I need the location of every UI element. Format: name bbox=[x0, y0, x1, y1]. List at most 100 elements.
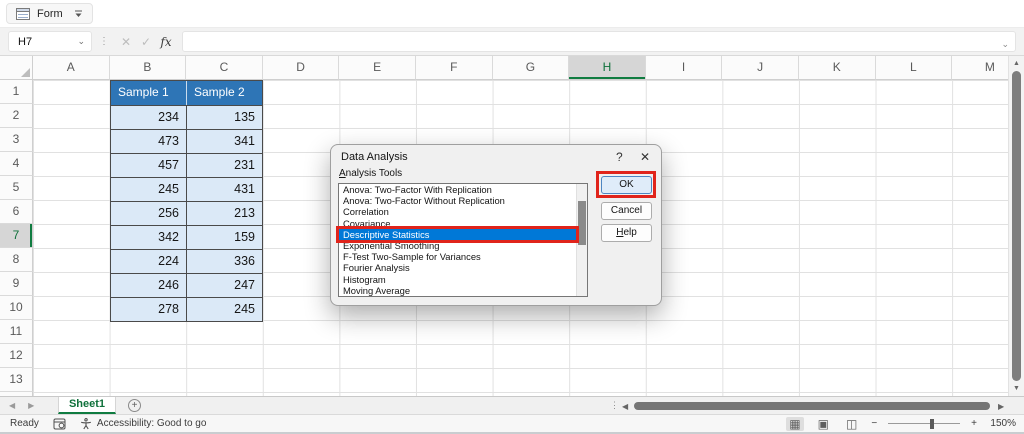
table-cell[interactable]: 341 bbox=[186, 130, 262, 153]
row-header-6[interactable]: 6 bbox=[0, 200, 33, 224]
table-cell[interactable]: 245 bbox=[111, 178, 186, 201]
annotation-ok-box bbox=[596, 171, 656, 198]
annotation-selected-tool-box bbox=[336, 226, 579, 243]
table-cell[interactable]: 159 bbox=[186, 226, 262, 249]
column-header-A[interactable]: A bbox=[33, 56, 110, 80]
name-box[interactable]: H7 ⌄ bbox=[8, 31, 92, 52]
table-cell[interactable]: 431 bbox=[186, 178, 262, 201]
table-cell[interactable]: 224 bbox=[111, 250, 186, 273]
row-header-12[interactable]: 12 bbox=[0, 344, 33, 368]
zoom-level[interactable]: 150% bbox=[988, 418, 1016, 429]
new-sheet-icon[interactable]: + bbox=[128, 399, 141, 412]
column-header-F[interactable]: F bbox=[416, 56, 493, 80]
table-cell[interactable]: 256 bbox=[111, 202, 186, 225]
row-header-13[interactable]: 13 bbox=[0, 368, 33, 392]
sheet-tab-bar: ◀ ▶ Sheet1 + ⋮ ◀ ▶ bbox=[0, 396, 1024, 414]
tool-item[interactable]: F-Test Two-Sample for Variances bbox=[339, 251, 587, 262]
table-header-cell[interactable]: Sample 2 bbox=[186, 81, 262, 105]
macro-record-icon[interactable] bbox=[53, 418, 66, 430]
formula-input[interactable]: ⌄ bbox=[182, 31, 1016, 52]
help-button[interactable]: Help bbox=[601, 224, 652, 242]
table-row: 473341 bbox=[111, 129, 262, 153]
column-header-G[interactable]: G bbox=[493, 56, 570, 80]
column-header-C[interactable]: C bbox=[186, 56, 263, 80]
dialog-close-icon[interactable]: ✕ bbox=[640, 150, 650, 164]
tool-item[interactable]: Anova: Two-Factor With Replication bbox=[339, 184, 587, 195]
column-header-M[interactable]: M bbox=[952, 56, 1008, 80]
formula-bar-splitter[interactable]: ⋮ bbox=[99, 36, 109, 47]
column-header-L[interactable]: L bbox=[876, 56, 953, 80]
column-header-D[interactable]: D bbox=[263, 56, 340, 80]
zoom-slider-thumb[interactable] bbox=[930, 419, 934, 429]
row-header-10[interactable]: 10 bbox=[0, 296, 33, 320]
page-break-view-icon[interactable]: ◫ bbox=[843, 417, 860, 431]
zoom-out-icon[interactable]: − bbox=[871, 418, 877, 429]
enter-entry-icon[interactable]: ✓ bbox=[136, 35, 156, 49]
expand-formula-bar-icon[interactable]: ⌄ bbox=[1001, 35, 1009, 54]
table-cell[interactable]: 213 bbox=[186, 202, 262, 225]
zoom-slider-track bbox=[888, 423, 960, 424]
table-cell[interactable]: 473 bbox=[111, 130, 186, 153]
vertical-scrollbar[interactable]: ▲ ▼ bbox=[1008, 56, 1024, 396]
tool-item[interactable]: Correlation bbox=[339, 206, 587, 217]
row-header-11[interactable]: 11 bbox=[0, 320, 33, 344]
scroll-left-icon[interactable]: ◀ bbox=[622, 402, 628, 411]
zoom-in-icon[interactable]: + bbox=[971, 418, 977, 429]
select-all-corner[interactable] bbox=[0, 56, 33, 80]
column-header-I[interactable]: I bbox=[646, 56, 723, 80]
column-header-B[interactable]: B bbox=[110, 56, 187, 80]
row-header-9[interactable]: 9 bbox=[0, 272, 33, 296]
next-sheet-icon[interactable]: ▶ bbox=[28, 401, 34, 410]
table-cell[interactable]: 278 bbox=[111, 298, 186, 321]
tool-item[interactable]: Anova: Two-Factor Without Replication bbox=[339, 195, 587, 206]
table-cell[interactable]: 342 bbox=[111, 226, 186, 249]
tab-sheet1[interactable]: Sheet1 bbox=[58, 397, 116, 414]
table-cell[interactable]: 247 bbox=[186, 274, 262, 297]
row-header-1[interactable]: 1 bbox=[0, 80, 33, 104]
tool-item[interactable]: Moving Average bbox=[339, 285, 587, 296]
row-header-7[interactable]: 7 bbox=[0, 224, 33, 248]
name-box-chevron-icon[interactable]: ⌄ bbox=[77, 37, 91, 46]
cancel-entry-icon[interactable]: ✕ bbox=[116, 35, 136, 49]
table-header-row: Sample 1Sample 2 bbox=[111, 81, 262, 105]
page-layout-view-icon[interactable]: ▣ bbox=[815, 417, 832, 431]
vertical-scrollbar-thumb[interactable] bbox=[1012, 71, 1021, 381]
tool-item[interactable]: Histogram bbox=[339, 274, 587, 285]
table-cell[interactable]: 336 bbox=[186, 250, 262, 273]
form-dropdown-icon[interactable] bbox=[74, 10, 83, 18]
status-bar: Ready Accessibility: Good to bbox=[0, 414, 1024, 432]
row-header-8[interactable]: 8 bbox=[0, 248, 33, 272]
accessibility-status[interactable]: Accessibility: Good to go bbox=[97, 418, 207, 429]
horizontal-scrollbar-thumb[interactable] bbox=[634, 402, 990, 410]
table-cell[interactable]: 231 bbox=[186, 154, 262, 177]
normal-view-icon[interactable]: ▦ bbox=[786, 417, 803, 431]
column-header-E[interactable]: E bbox=[339, 56, 416, 80]
row-header-4[interactable]: 4 bbox=[0, 152, 33, 176]
row-header-3[interactable]: 3 bbox=[0, 128, 33, 152]
table-row: 234135 bbox=[111, 105, 262, 129]
form-button[interactable]: Form bbox=[6, 3, 93, 24]
tab-scroll-splitter[interactable]: ⋮ bbox=[610, 400, 619, 411]
column-header-K[interactable]: K bbox=[799, 56, 876, 80]
prev-sheet-icon[interactable]: ◀ bbox=[9, 401, 15, 410]
row-header-2[interactable]: 2 bbox=[0, 104, 33, 128]
table-row: 256213 bbox=[111, 201, 262, 225]
tool-item[interactable]: Fourier Analysis bbox=[339, 262, 587, 273]
zoom-slider[interactable] bbox=[888, 418, 960, 430]
column-header-J[interactable]: J bbox=[722, 56, 799, 80]
cancel-button[interactable]: Cancel bbox=[601, 202, 652, 220]
insert-function-icon[interactable]: fx bbox=[156, 35, 176, 49]
list-scrollbar-thumb[interactable] bbox=[578, 201, 586, 245]
table-cell[interactable]: 135 bbox=[186, 106, 262, 129]
table-cell[interactable]: 234 bbox=[111, 106, 186, 129]
dialog-help-icon[interactable]: ? bbox=[616, 150, 623, 164]
scroll-right-icon[interactable]: ▶ bbox=[998, 402, 1004, 411]
table-cell[interactable]: 245 bbox=[186, 298, 262, 321]
table-cell[interactable]: 457 bbox=[111, 154, 186, 177]
row-header-5[interactable]: 5 bbox=[0, 176, 33, 200]
column-header-H[interactable]: H bbox=[569, 56, 646, 80]
scroll-up-icon[interactable]: ▲ bbox=[1009, 60, 1024, 67]
table-cell[interactable]: 246 bbox=[111, 274, 186, 297]
scroll-down-icon[interactable]: ▼ bbox=[1009, 385, 1024, 392]
table-header-cell[interactable]: Sample 1 bbox=[111, 81, 186, 105]
